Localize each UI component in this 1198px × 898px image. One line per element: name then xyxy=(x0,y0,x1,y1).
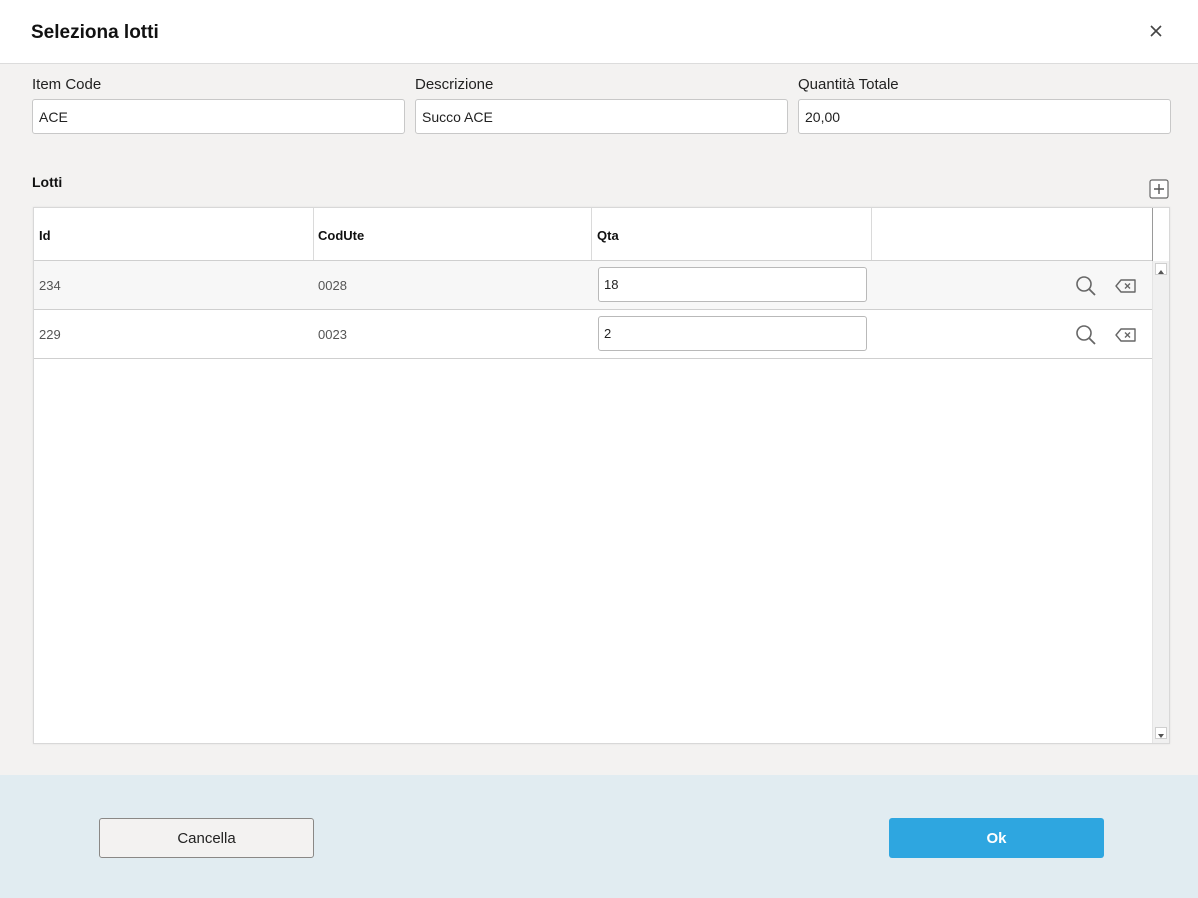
dialog-footer: Cancella Ok xyxy=(0,775,1198,898)
column-header-qta[interactable]: Qta xyxy=(592,208,872,260)
grid-scrollbar[interactable] xyxy=(1152,261,1169,743)
plus-box-icon xyxy=(1149,179,1169,199)
grid-header: Id CodUte Qta xyxy=(34,208,1152,261)
add-lotto-button[interactable] xyxy=(1149,179,1169,199)
search-lotto-button[interactable] xyxy=(1074,274,1098,298)
scrollbar-header-spacer xyxy=(1152,208,1169,261)
backspace-icon xyxy=(1115,328,1136,342)
lotti-section-label: Lotti xyxy=(32,174,63,190)
column-header-codute[interactable]: CodUte xyxy=(313,208,592,260)
cell-id: 229 xyxy=(39,327,61,342)
quantita-totale-input[interactable] xyxy=(798,99,1171,134)
cell-id: 234 xyxy=(39,278,61,293)
table-row[interactable]: 229 0023 xyxy=(34,310,1152,359)
close-button[interactable] xyxy=(1143,18,1169,44)
backspace-icon xyxy=(1115,279,1136,293)
item-code-label: Item Code xyxy=(32,76,102,93)
triangle-down-icon xyxy=(1158,734,1164,738)
close-icon xyxy=(1150,25,1162,37)
lotti-grid: Id CodUte Qta 234 0028 18 229 0023 2 xyxy=(33,207,1170,744)
column-header-actions xyxy=(871,208,1152,260)
scroll-down-button[interactable] xyxy=(1155,727,1167,739)
qta-input[interactable] xyxy=(598,267,867,302)
table-row[interactable]: 234 0028 xyxy=(34,261,1152,310)
ok-button[interactable]: Ok xyxy=(889,818,1104,858)
column-header-id[interactable]: Id xyxy=(34,208,314,260)
triangle-up-icon xyxy=(1158,270,1164,274)
cell-codute: 0028 xyxy=(318,278,347,293)
descrizione-input[interactable] xyxy=(415,99,788,134)
search-icon xyxy=(1076,325,1096,345)
qta-input[interactable] xyxy=(598,316,867,351)
scroll-up-button[interactable] xyxy=(1155,263,1167,275)
dialog-body: Item Code Descrizione Quantità Totale Lo… xyxy=(0,64,1198,775)
quantita-totale-label: Quantità Totale xyxy=(798,76,899,93)
item-code-input[interactable] xyxy=(32,99,405,134)
delete-lotto-button[interactable] xyxy=(1114,274,1138,298)
dialog-header: Seleziona lotti xyxy=(0,0,1198,64)
dialog-title: Seleziona lotti xyxy=(31,22,159,43)
descrizione-label: Descrizione xyxy=(415,76,494,93)
search-icon xyxy=(1076,276,1096,296)
delete-lotto-button[interactable] xyxy=(1114,323,1138,347)
search-lotto-button[interactable] xyxy=(1074,323,1098,347)
cancel-button[interactable]: Cancella xyxy=(99,818,314,858)
cell-codute: 0023 xyxy=(318,327,347,342)
